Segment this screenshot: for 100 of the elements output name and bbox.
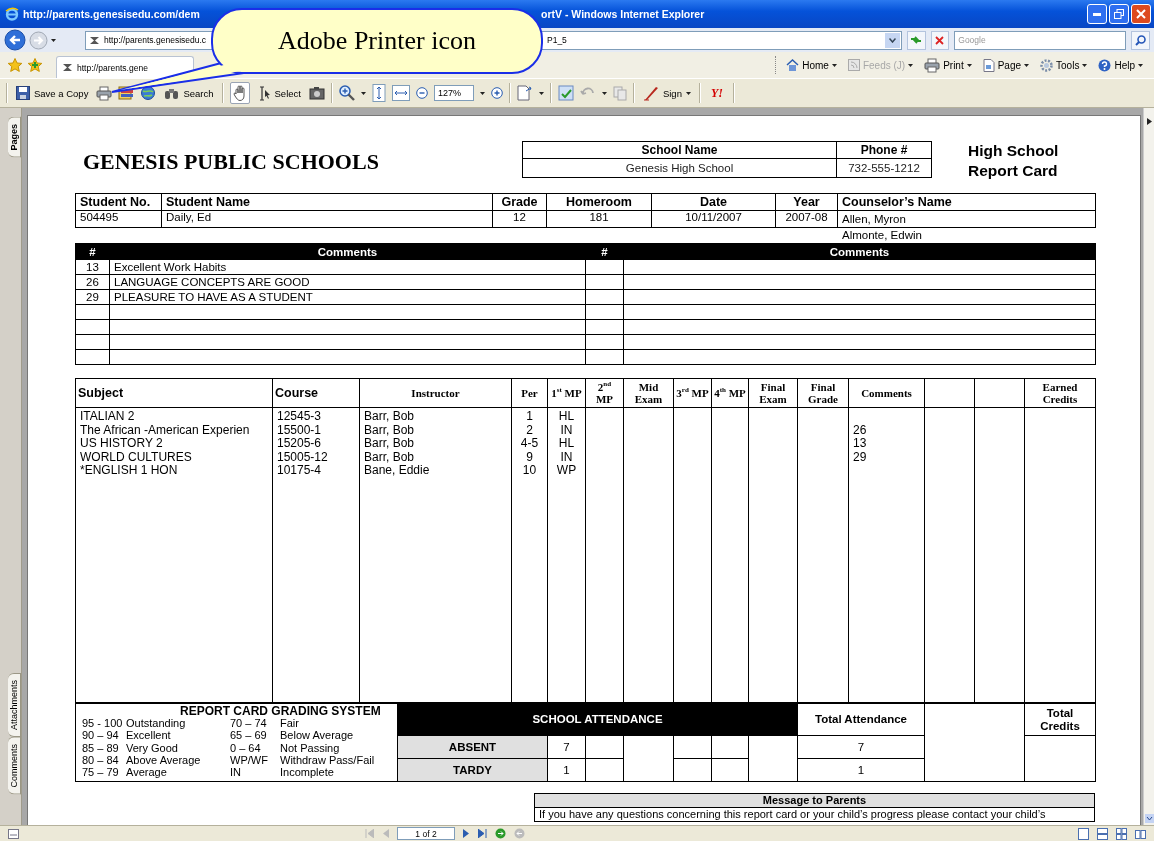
column-header: Year xyxy=(775,193,838,211)
grading-text: 90 – 94 xyxy=(82,729,120,742)
message-title: Message to Parents xyxy=(535,794,1094,808)
window-title: http://parents.genesisedu.com/dem xyxy=(23,8,200,20)
grading-text: Average xyxy=(126,766,168,779)
grading-text: 0 – 64 xyxy=(230,741,262,754)
table-cell: Excellent Work Habits xyxy=(109,259,586,275)
window-title: ortV - Windows Internet Explorer xyxy=(541,8,705,20)
row-header: TARDY xyxy=(397,758,548,782)
table-cell-text: 9 xyxy=(525,450,534,465)
column-header: Total Attendance xyxy=(797,703,925,736)
counselor-name: Almonte, Edwin xyxy=(842,228,923,243)
column-header: SCHOOL ATTENDANCE xyxy=(397,703,798,736)
grading-text: Very Good xyxy=(126,741,179,754)
column-header: School Name xyxy=(522,141,837,159)
table-cell-text: WORLD CULTURES xyxy=(80,450,193,465)
table-cell-text: 29 xyxy=(853,450,868,465)
grading-text: IN xyxy=(230,766,242,779)
table-cell-text: 10175-4 xyxy=(277,464,323,478)
table-cell: 2007-08 xyxy=(775,210,838,228)
table-cell: Daily, Ed xyxy=(161,210,493,228)
column-header: Student Name xyxy=(161,193,493,211)
grading-text: Above Average xyxy=(126,753,202,767)
column-header: Instructor xyxy=(359,378,512,408)
column-header: Student No. xyxy=(75,193,162,211)
grading-text: Below Average xyxy=(280,729,355,742)
table-cell: LANGUAGE CONCEPTS ARE GOOD xyxy=(109,274,586,290)
table-cell-text: IN xyxy=(559,423,574,438)
table-cell-text: 13 xyxy=(853,437,868,451)
table-cell-text: *ENGLISH 1 HON xyxy=(80,464,179,478)
grading-text: Excellent xyxy=(126,729,172,742)
table-cell-text: 15205-6 xyxy=(277,437,323,451)
table-cell: 504495 xyxy=(75,210,162,228)
grading-text: Not Passing xyxy=(280,741,341,754)
table-cell-text: 15005-12 xyxy=(277,450,329,465)
column-header: Date xyxy=(651,193,776,211)
table-cell: 12 xyxy=(492,210,547,228)
report-title: High School xyxy=(968,141,1059,161)
table-cell: PLEASURE TO HAVE AS A STUDENT xyxy=(109,289,586,305)
table-cell-text: Bane, Eddie xyxy=(364,464,431,478)
table-cell-text: Barr, Bob xyxy=(364,423,416,438)
grading-text: 95 - 100 xyxy=(82,717,124,730)
table-cell-text: 26 xyxy=(853,423,868,438)
column-header: Course xyxy=(272,378,360,408)
grading-title: REPORT CARD GRADING SYSTEM xyxy=(179,705,382,717)
report-title: Report Card xyxy=(968,161,1059,181)
url-text: P1_5 xyxy=(547,35,567,45)
column-header: Subject xyxy=(75,378,273,408)
table-cell-text: Barr, Bob xyxy=(364,450,416,465)
table-cell-text: 4-5 xyxy=(519,437,540,451)
grading-text: Outstanding xyxy=(126,717,187,730)
counselor-name: Allen, Myron xyxy=(842,212,907,227)
row-header: ABSENT xyxy=(397,735,548,759)
table-cell-text: ITALIAN 2 xyxy=(80,410,136,424)
grading-text: 80 – 84 xyxy=(82,753,120,767)
table-cell-text: 1 xyxy=(525,410,534,424)
callout-text: Adobe Printer icon xyxy=(278,26,476,56)
column-header: Per xyxy=(511,378,548,408)
url-text: http://parents.genesisedu.c xyxy=(104,35,207,45)
table-cell: 1 xyxy=(547,758,586,782)
column-header: Comments xyxy=(848,378,925,408)
table-cell: 181 xyxy=(546,210,652,228)
table-cell-text: US HISTORY 2 xyxy=(80,437,164,451)
table-cell-text: 10 xyxy=(521,464,538,478)
grading-text: Withdraw Pass/Fail xyxy=(280,753,376,767)
table-cell-text: Barr, Bob xyxy=(364,410,416,424)
table-cell: 10/11/2007 xyxy=(651,210,776,228)
column-header: Comments xyxy=(109,243,586,260)
grading-text: 70 – 74 xyxy=(230,717,268,730)
table-cell-text: 15500-1 xyxy=(277,423,323,438)
column-header: Earned Credits xyxy=(1024,378,1096,408)
column-header: 3$^{rd}$ MP xyxy=(673,378,712,408)
grading-text: Incomplete xyxy=(280,766,335,779)
column-header: 2$^{nd}$ MP xyxy=(585,378,624,408)
table-cell-text: The African -American Experien xyxy=(80,423,251,438)
column-header: 4$^{th}$ MP xyxy=(711,378,749,408)
table-cell: Genesis High School xyxy=(522,158,837,178)
table-cell: 29 xyxy=(75,289,110,305)
table-cell: 732-555-1212 xyxy=(836,158,932,178)
grading-text: 65 – 69 xyxy=(230,729,268,742)
table-cell: 13 xyxy=(75,259,110,275)
table-cell-text: HL xyxy=(557,410,576,424)
table-cell-text: IN xyxy=(559,450,574,465)
grading-text: 75 – 79 xyxy=(82,766,120,779)
column-header: 1$^{st}$ MP xyxy=(547,378,586,408)
grading-text: WP/WF xyxy=(230,753,269,767)
district-name: GENESIS PUBLIC SCHOOLS xyxy=(82,148,380,175)
column-header: Comments xyxy=(623,243,1096,260)
column-header: # xyxy=(585,243,624,260)
grading-text: Fair xyxy=(280,717,300,730)
column-header: Homeroom xyxy=(546,193,652,211)
column-header: # xyxy=(75,243,110,260)
table-cell-text: Barr, Bob xyxy=(364,437,416,451)
table-cell-text: HL xyxy=(557,437,576,451)
column-header: Phone # xyxy=(836,141,932,159)
column-header: Total Credits xyxy=(1024,703,1096,736)
column-header: Mid Exam xyxy=(623,378,674,408)
column-header: Final Exam xyxy=(748,378,798,408)
table-cell-text: WP xyxy=(555,464,578,478)
grading-text: 85 – 89 xyxy=(82,741,120,754)
